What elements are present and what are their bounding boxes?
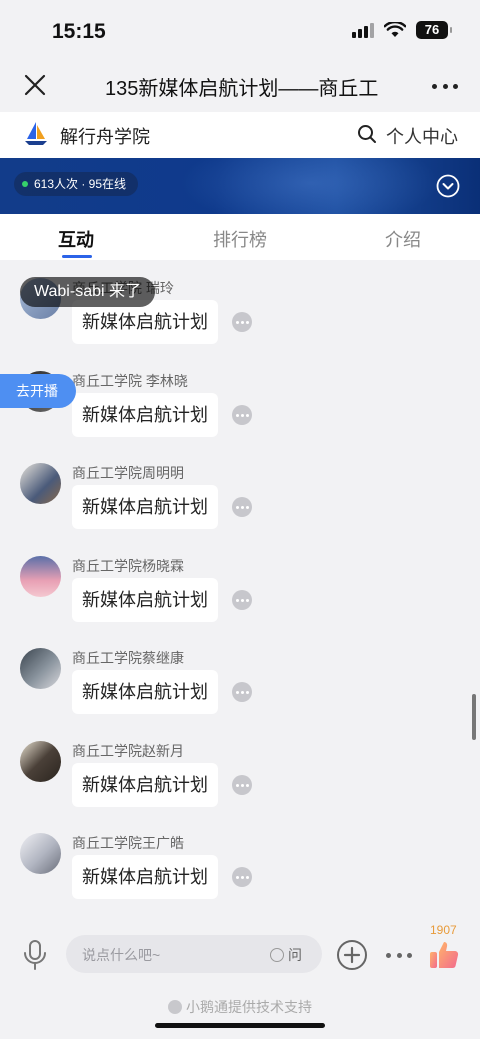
bottom-input-bar: 说点什么吧~ 问 1907 小鹅通提供技术支持 — [0, 923, 480, 1039]
sender-name: 商丘工学院杨晓霖 — [72, 558, 184, 574]
sender-name: 商丘工学院周明明 — [72, 465, 184, 481]
brand-bar: 解行舟学院 个人中心 — [0, 112, 480, 158]
chat-list: 商丘工学院 瑞玲 新媒体启航计划 商丘工学院 李林晓 新媒体启航计划 商丘工学院… — [0, 260, 480, 923]
brand-name: 解行舟学院 — [60, 127, 150, 147]
message-more-icon[interactable] — [232, 497, 252, 517]
avatar[interactable] — [20, 741, 61, 782]
ask-question-toggle[interactable]: 问 — [270, 945, 302, 965]
avatar[interactable] — [20, 648, 61, 689]
comment-input[interactable]: 说点什么吧~ 问 — [66, 935, 322, 973]
thumbs-up-icon[interactable] — [428, 939, 460, 971]
user-center-link[interactable]: 个人中心 — [386, 123, 458, 149]
chat-message: 商丘工学院王广皓 新媒体启航计划 — [0, 833, 480, 923]
chat-message: 商丘工学院赵新月 新媒体启航计划 — [0, 741, 480, 833]
viewer-count-text: 613人次 · 95在线 — [34, 177, 127, 191]
message-bubble: 新媒体启航计划 — [72, 578, 218, 622]
chat-message: 商丘工学院杨晓霖 新媒体启航计划 — [0, 556, 480, 648]
add-circle-icon[interactable] — [336, 939, 368, 971]
sender-name: 商丘工学院赵新月 — [72, 743, 184, 759]
chat-message: 商丘工学院蔡继康 新媒体启航计划 — [0, 648, 480, 740]
online-dot-icon — [22, 181, 28, 187]
search-icon[interactable] — [357, 124, 377, 144]
powered-by-footer: 小鹅通提供技术支持 — [0, 997, 480, 1017]
close-icon[interactable] — [22, 72, 48, 98]
sender-name: 商丘工学院蔡继康 — [72, 650, 184, 666]
wifi-icon — [384, 22, 406, 37]
more-options-icon[interactable] — [386, 951, 412, 959]
tab-bar: 互动 排行榜 介绍 — [0, 214, 480, 260]
tab-active-indicator — [62, 255, 92, 258]
sender-name: 商丘工学院 李林晓 — [72, 373, 188, 389]
chevron-down-circle-icon[interactable] — [436, 174, 460, 198]
live-banner: 613人次 · 95在线 — [0, 158, 480, 214]
message-more-icon[interactable] — [232, 682, 252, 702]
status-time: 15:15 — [52, 20, 106, 43]
battery-icon: 76 — [416, 21, 452, 39]
message-more-icon[interactable] — [232, 775, 252, 795]
status-icons: 76 — [352, 21, 452, 39]
signal-icon — [352, 22, 374, 38]
sailboat-logo-icon — [25, 122, 47, 145]
avatar[interactable] — [20, 463, 61, 504]
more-horizontal-icon[interactable] — [432, 76, 458, 96]
message-bubble: 新媒体启航计划 — [72, 485, 218, 529]
xiaoe-logo-icon — [168, 1000, 182, 1014]
avatar[interactable] — [20, 556, 61, 597]
tab-intro[interactable]: 介绍 — [385, 226, 421, 252]
ask-label: 问 — [288, 947, 302, 963]
scrollbar-thumb[interactable] — [472, 694, 476, 740]
message-more-icon[interactable] — [232, 405, 252, 425]
viewer-count-badge: 613人次 · 95在线 — [14, 172, 139, 196]
nav-bar: 135新媒体启航计划——商丘工 — [0, 60, 480, 112]
sender-name: 商丘工学院王广皓 — [72, 835, 184, 851]
go-live-button[interactable]: 去开播 — [0, 374, 76, 408]
chat-message: 商丘工学院周明明 新媒体启航计划 — [0, 463, 480, 555]
message-bubble: 新媒体启航计划 — [72, 855, 218, 899]
tab-interaction[interactable]: 互动 — [58, 226, 94, 252]
message-bubble: 新媒体启航计划 — [72, 393, 218, 437]
message-bubble: 新媒体启航计划 — [72, 670, 218, 714]
message-more-icon[interactable] — [232, 867, 252, 887]
powered-by-text: 小鹅通提供技术支持 — [186, 999, 312, 1015]
message-more-icon[interactable] — [232, 312, 252, 332]
like-count: 1907 — [430, 923, 457, 937]
message-more-icon[interactable] — [232, 590, 252, 610]
status-bar: 15:15 76 — [0, 0, 480, 60]
avatar[interactable] — [20, 833, 61, 874]
tab-ranking[interactable]: 排行榜 — [213, 226, 267, 252]
comment-placeholder: 说点什么吧~ — [82, 947, 161, 963]
message-bubble: 新媒体启航计划 — [72, 763, 218, 807]
microphone-icon[interactable] — [22, 939, 48, 971]
radio-circle-icon — [270, 948, 284, 962]
home-indicator[interactable] — [155, 1023, 325, 1028]
user-joined-toast: Wabi-sabi 来了 — [20, 277, 155, 307]
page-title: 135新媒体启航计划——商丘工 — [105, 78, 379, 100]
